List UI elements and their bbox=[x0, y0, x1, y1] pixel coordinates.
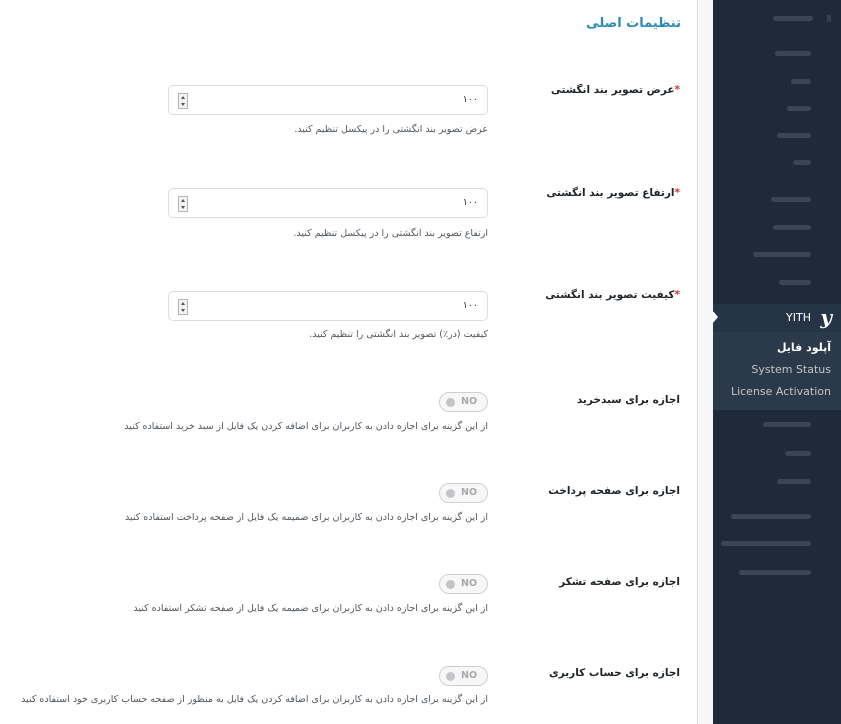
required-mark: * bbox=[674, 187, 681, 199]
number-spinner[interactable] bbox=[178, 93, 188, 109]
toggle-knob bbox=[446, 398, 455, 407]
account-description: از این گزینه برای اجازه دادن به کاربران … bbox=[21, 694, 488, 705]
blurred-menu-item[interactable] bbox=[771, 197, 811, 202]
account-toggle[interactable]: NO bbox=[439, 666, 488, 686]
blurred-menu-item[interactable] bbox=[775, 51, 811, 56]
width-label: *عرض تصویر بند انگشتی bbox=[550, 84, 681, 96]
thankyou-label: اجازه برای صفحه تشکر bbox=[559, 576, 680, 588]
blurred-menu-item[interactable] bbox=[793, 160, 811, 165]
number-spinner[interactable] bbox=[178, 299, 188, 315]
blurred-menu-item[interactable] bbox=[753, 252, 811, 257]
blurred-menu-item[interactable] bbox=[791, 79, 811, 84]
height-label: *ارتفاع تصویر بند انگشتی bbox=[546, 187, 680, 199]
quality-input[interactable]: ۱۰۰ bbox=[168, 291, 488, 321]
blurred-menu-item[interactable] bbox=[787, 106, 811, 111]
toggle-knob bbox=[446, 489, 455, 498]
checkout-description: از این گزینه برای اجازه دادن به کاربران … bbox=[125, 512, 488, 523]
quality-value: ۱۰۰ bbox=[462, 300, 478, 311]
checkout-label: اجازه برای صفحه پرداخت bbox=[548, 485, 680, 497]
quality-label: *کیفیت تصویر بند انگشتی bbox=[545, 289, 680, 301]
blurred-menu-item[interactable] bbox=[777, 133, 811, 138]
height-value: ۱۰۰ bbox=[462, 197, 478, 208]
settings-panel: تنظیمات اصلی *عرض تصویر بند انگشتی ۱۰۰ ع… bbox=[0, 0, 697, 724]
submenu-upload-file[interactable]: آپلود فایل bbox=[777, 341, 831, 354]
submenu-system-status[interactable]: System Status bbox=[751, 363, 831, 376]
toggle-knob bbox=[446, 580, 455, 589]
blurred-menu-item[interactable] bbox=[731, 514, 811, 519]
thankyou-description: از این گزینه برای اجازه دادن به کاربران … bbox=[133, 603, 488, 614]
blurred-menu-item[interactable] bbox=[763, 422, 811, 427]
checkout-toggle[interactable]: NO bbox=[439, 483, 488, 503]
toggle-state: NO bbox=[461, 396, 478, 407]
section-title: تنظیمات اصلی bbox=[586, 16, 681, 31]
blurred-menu-item[interactable] bbox=[773, 225, 811, 230]
submenu-license-activation[interactable]: License Activation bbox=[731, 385, 831, 398]
toggle-knob bbox=[446, 672, 455, 681]
blurred-menu-item[interactable] bbox=[779, 280, 811, 285]
yith-menu-label: YITH bbox=[786, 311, 811, 324]
cart-description: از این گزینه برای اجازه دادن به کاربران … bbox=[124, 421, 488, 432]
blurred-menu-item[interactable] bbox=[777, 479, 811, 484]
yith-submenu: آپلود فایل System Status License Activat… bbox=[713, 332, 841, 410]
toggle-state: NO bbox=[461, 487, 478, 498]
active-menu-notch bbox=[713, 310, 718, 324]
scroll-gutter bbox=[697, 0, 713, 724]
height-input[interactable]: ۱۰۰ bbox=[168, 188, 488, 218]
toggle-state: NO bbox=[461, 578, 478, 589]
account-label: اجازه برای حساب کاربری bbox=[549, 667, 680, 679]
number-spinner[interactable] bbox=[178, 196, 188, 212]
required-mark: * bbox=[674, 289, 681, 301]
blurred-menu-icon bbox=[827, 15, 831, 22]
cart-toggle[interactable]: NO bbox=[439, 392, 488, 412]
thankyou-toggle[interactable]: NO bbox=[439, 574, 488, 594]
toggle-state: NO bbox=[461, 670, 478, 681]
quality-description: کیفیت (در٪) تصویر بند انگشتی را تنظیم کن… bbox=[309, 329, 488, 340]
blurred-menu-item[interactable] bbox=[721, 541, 811, 546]
cart-label: اجازه برای سبدخرید bbox=[576, 394, 680, 406]
blurred-menu-item[interactable] bbox=[785, 451, 811, 456]
width-value: ۱۰۰ bbox=[462, 94, 478, 105]
blurred-menu-item[interactable] bbox=[739, 570, 811, 575]
required-mark: * bbox=[674, 84, 681, 96]
width-input[interactable]: ۱۰۰ bbox=[168, 85, 488, 115]
blurred-menu-item[interactable] bbox=[773, 16, 813, 21]
yith-logo-icon: y bbox=[820, 305, 832, 329]
admin-sidebar: YITH y آپلود فایل System Status License … bbox=[713, 0, 841, 724]
height-description: ارتفاع تصویر بند انگشتی را در پیکسل تنظی… bbox=[293, 228, 488, 239]
width-description: عرض تصویر بند انگشتی را در پیکسل تنظیم ک… bbox=[294, 124, 488, 135]
